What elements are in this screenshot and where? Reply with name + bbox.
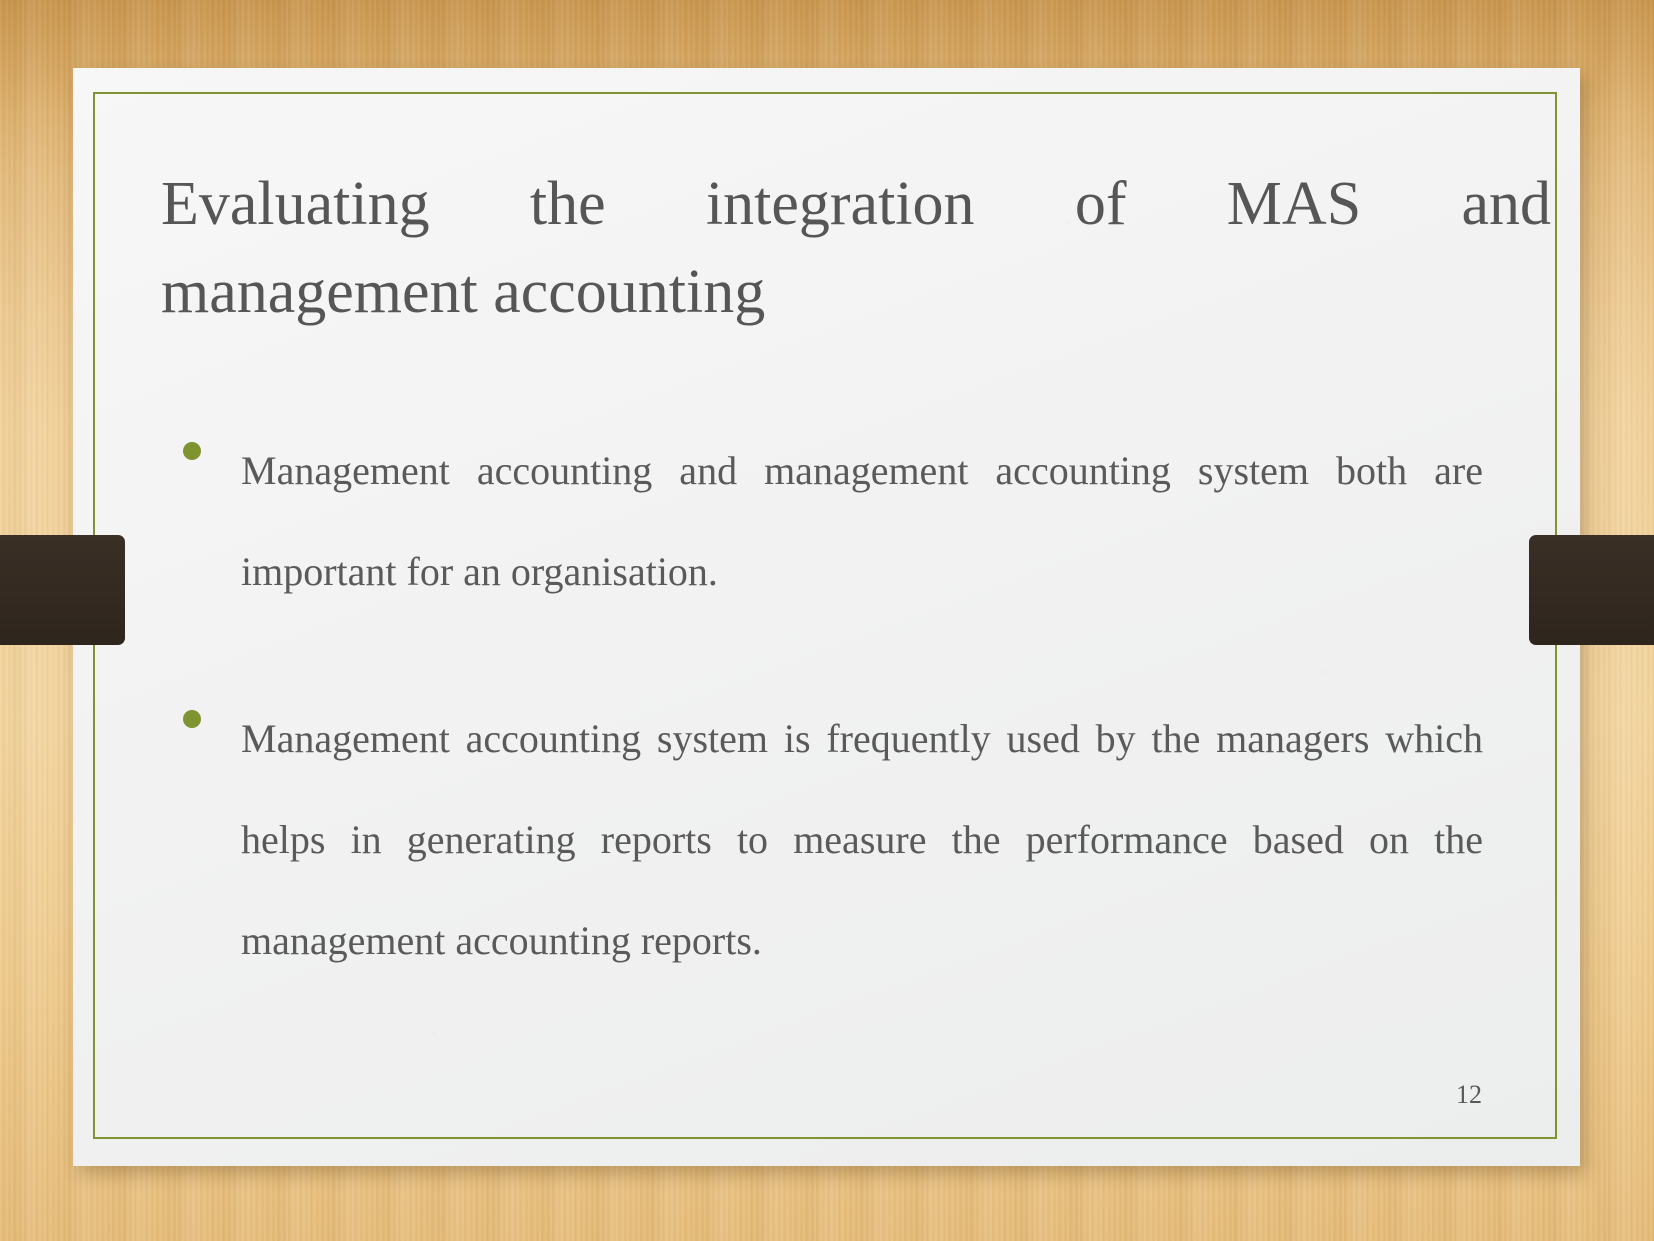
- bullet-text: Management accounting and management acc…: [241, 448, 1483, 594]
- slide-title-line-1: Evaluating the integration of MAS and: [161, 170, 1551, 238]
- decorative-ribbon-left: [0, 535, 125, 645]
- bullet-text: Management accounting system is frequent…: [241, 716, 1483, 963]
- slide-content-panel: Evaluating the integration of MAS and ma…: [73, 68, 1580, 1166]
- slide-title: Evaluating the integration of MAS and ma…: [161, 160, 1551, 336]
- list-item: Management accounting and management acc…: [183, 420, 1483, 622]
- bullet-dot-icon: [183, 442, 201, 460]
- slide-bullet-list: Management accounting and management acc…: [183, 420, 1483, 1057]
- bullet-dot-icon: [183, 710, 201, 728]
- decorative-ribbon-right: [1529, 535, 1654, 645]
- list-item: Management accounting system is frequent…: [183, 688, 1483, 991]
- page-number: 12: [1456, 1080, 1482, 1109]
- slide-canvas: Evaluating the integration of MAS and ma…: [0, 0, 1654, 1241]
- slide-title-line-2: management accounting: [161, 258, 766, 326]
